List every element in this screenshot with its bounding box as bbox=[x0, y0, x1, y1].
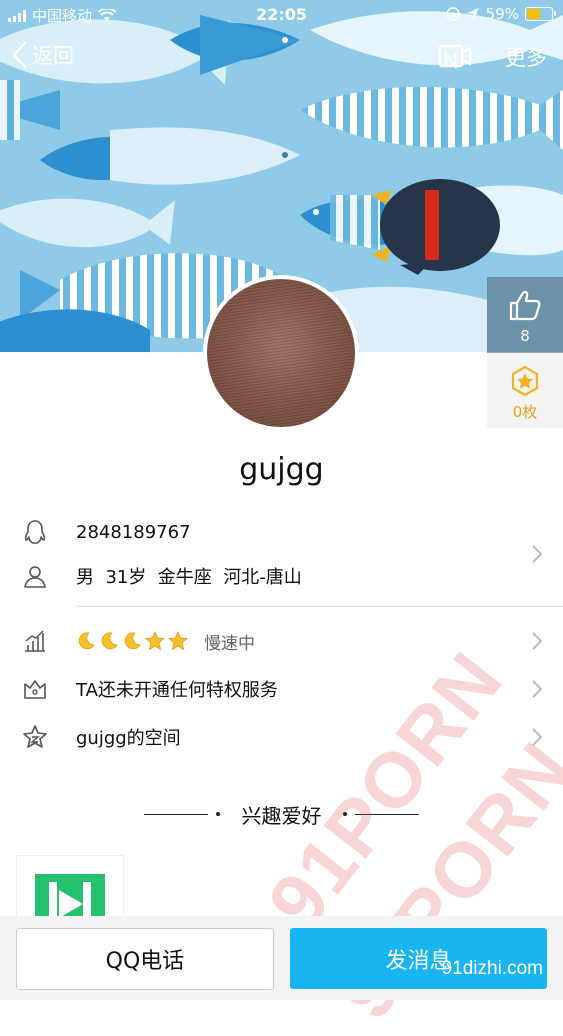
like-count: 8 bbox=[520, 327, 530, 345]
level-badges bbox=[76, 631, 188, 651]
coin-button[interactable]: 0枚 bbox=[487, 353, 563, 428]
moon-level-icon bbox=[78, 632, 95, 650]
moon-level-icon bbox=[101, 632, 118, 650]
qq-number-row[interactable]: 2848189767 bbox=[0, 510, 563, 554]
person-icon bbox=[24, 566, 46, 588]
basic-info: 男 31岁 金牛座 河北-唐山 bbox=[76, 567, 302, 588]
back-button[interactable]: 返回 bbox=[10, 40, 74, 70]
avatar[interactable] bbox=[203, 275, 359, 431]
status-bar: 中国移动 22:05 59% bbox=[0, 0, 563, 30]
level-chart-icon bbox=[25, 630, 45, 652]
privilege-row[interactable]: TA还未开通任何特权服务 bbox=[0, 667, 563, 711]
qq-number: 2848189767 bbox=[76, 521, 191, 543]
chevron-right-icon bbox=[532, 728, 543, 746]
chevron-right-icon bbox=[532, 680, 543, 698]
basic-info-row[interactable]: 男 31岁 金牛座 河北-唐山 bbox=[0, 554, 563, 598]
qq-call-button[interactable]: QQ电话 bbox=[16, 928, 274, 990]
crown-icon bbox=[24, 680, 46, 699]
watermark-site: 91dizhi.com bbox=[441, 958, 543, 979]
battery-percent: 59% bbox=[485, 5, 519, 23]
hobby-divider-right bbox=[355, 814, 419, 815]
qq-penguin-icon bbox=[24, 520, 46, 544]
star-level-icon bbox=[168, 631, 188, 651]
like-button[interactable]: 8 bbox=[487, 277, 563, 353]
chevron-right-icon bbox=[532, 545, 543, 563]
location-arrow-icon bbox=[466, 8, 479, 20]
cast-video-button[interactable] bbox=[437, 42, 473, 76]
qzone-star-icon bbox=[23, 725, 47, 748]
thumbs-up-icon bbox=[509, 290, 541, 321]
privilege-text: TA还未开通任何特权服务 bbox=[76, 680, 278, 701]
back-label: 返回 bbox=[32, 44, 74, 68]
moon-level-icon bbox=[124, 632, 141, 650]
qzone-row[interactable]: gujgg的空间 bbox=[0, 715, 563, 759]
info-divider bbox=[76, 606, 563, 607]
qzone-text: gujgg的空间 bbox=[76, 728, 181, 749]
battery-icon bbox=[525, 7, 556, 21]
level-row[interactable]: 慢速中 bbox=[0, 619, 563, 663]
rotation-lock-icon bbox=[445, 7, 460, 21]
status-right: 59% bbox=[445, 5, 556, 23]
star-level-icon bbox=[145, 631, 165, 651]
coin-count: 0枚 bbox=[512, 403, 538, 421]
hobby-section-title: 兴趣爱好 bbox=[241, 804, 322, 828]
chevron-left-icon bbox=[12, 41, 27, 69]
star-coin-icon bbox=[511, 365, 539, 397]
video-cast-icon bbox=[438, 44, 472, 70]
avatar-image bbox=[207, 279, 355, 427]
more-button[interactable]: 更多 bbox=[505, 42, 547, 72]
chevron-right-icon bbox=[532, 632, 543, 650]
nickname: gujgg bbox=[239, 452, 324, 487]
hobby-dot-right bbox=[343, 812, 347, 816]
level-status: 慢速中 bbox=[204, 633, 255, 654]
